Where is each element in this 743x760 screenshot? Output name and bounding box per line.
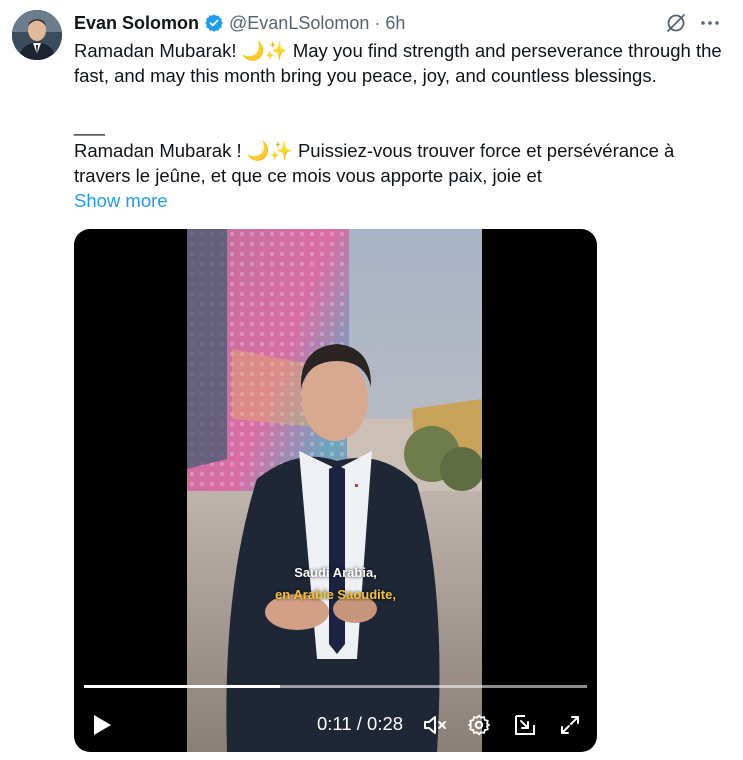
avatar-image [12,10,62,60]
timestamp[interactable]: 6h [385,13,405,34]
video-time-display: 0:11 / 0:28 [317,713,404,734]
verified-badge-icon [204,13,224,33]
avatar[interactable] [12,10,62,60]
mute-icon[interactable] [420,707,450,743]
play-icon[interactable] [88,707,116,743]
separator-dot: · [374,12,381,33]
video-progress-bar[interactable] [84,685,587,688]
tweet-header: Evan Solomon @EvanLSolomon · 6h [74,11,405,35]
show-more-link[interactable]: Show more [74,188,168,213]
grok-icon[interactable] [664,11,688,35]
video-thumbnail [187,229,482,752]
fullscreen-icon[interactable] [555,707,585,743]
author-name[interactable]: Evan Solomon [74,13,199,34]
video-caption-english: Saudi Arabia, [294,565,377,580]
picture-in-picture-icon[interactable] [510,707,540,743]
tweet-text: Ramadan Mubarak! 🌙✨ May you find strengt… [74,40,722,186]
video-player[interactable]: Saudi Arabia, en Arabie Saoudite, 0:11 /… [74,229,597,752]
settings-icon[interactable] [464,707,494,743]
video-frame [187,229,482,752]
video-caption-french: en Arabie Saoudite, [275,587,396,602]
video-controls: 0:11 / 0:28 [74,707,597,743]
author-handle[interactable]: @EvanLSolomon [229,13,369,34]
video-progress-fill [84,685,281,688]
more-options-icon[interactable] [698,11,722,35]
